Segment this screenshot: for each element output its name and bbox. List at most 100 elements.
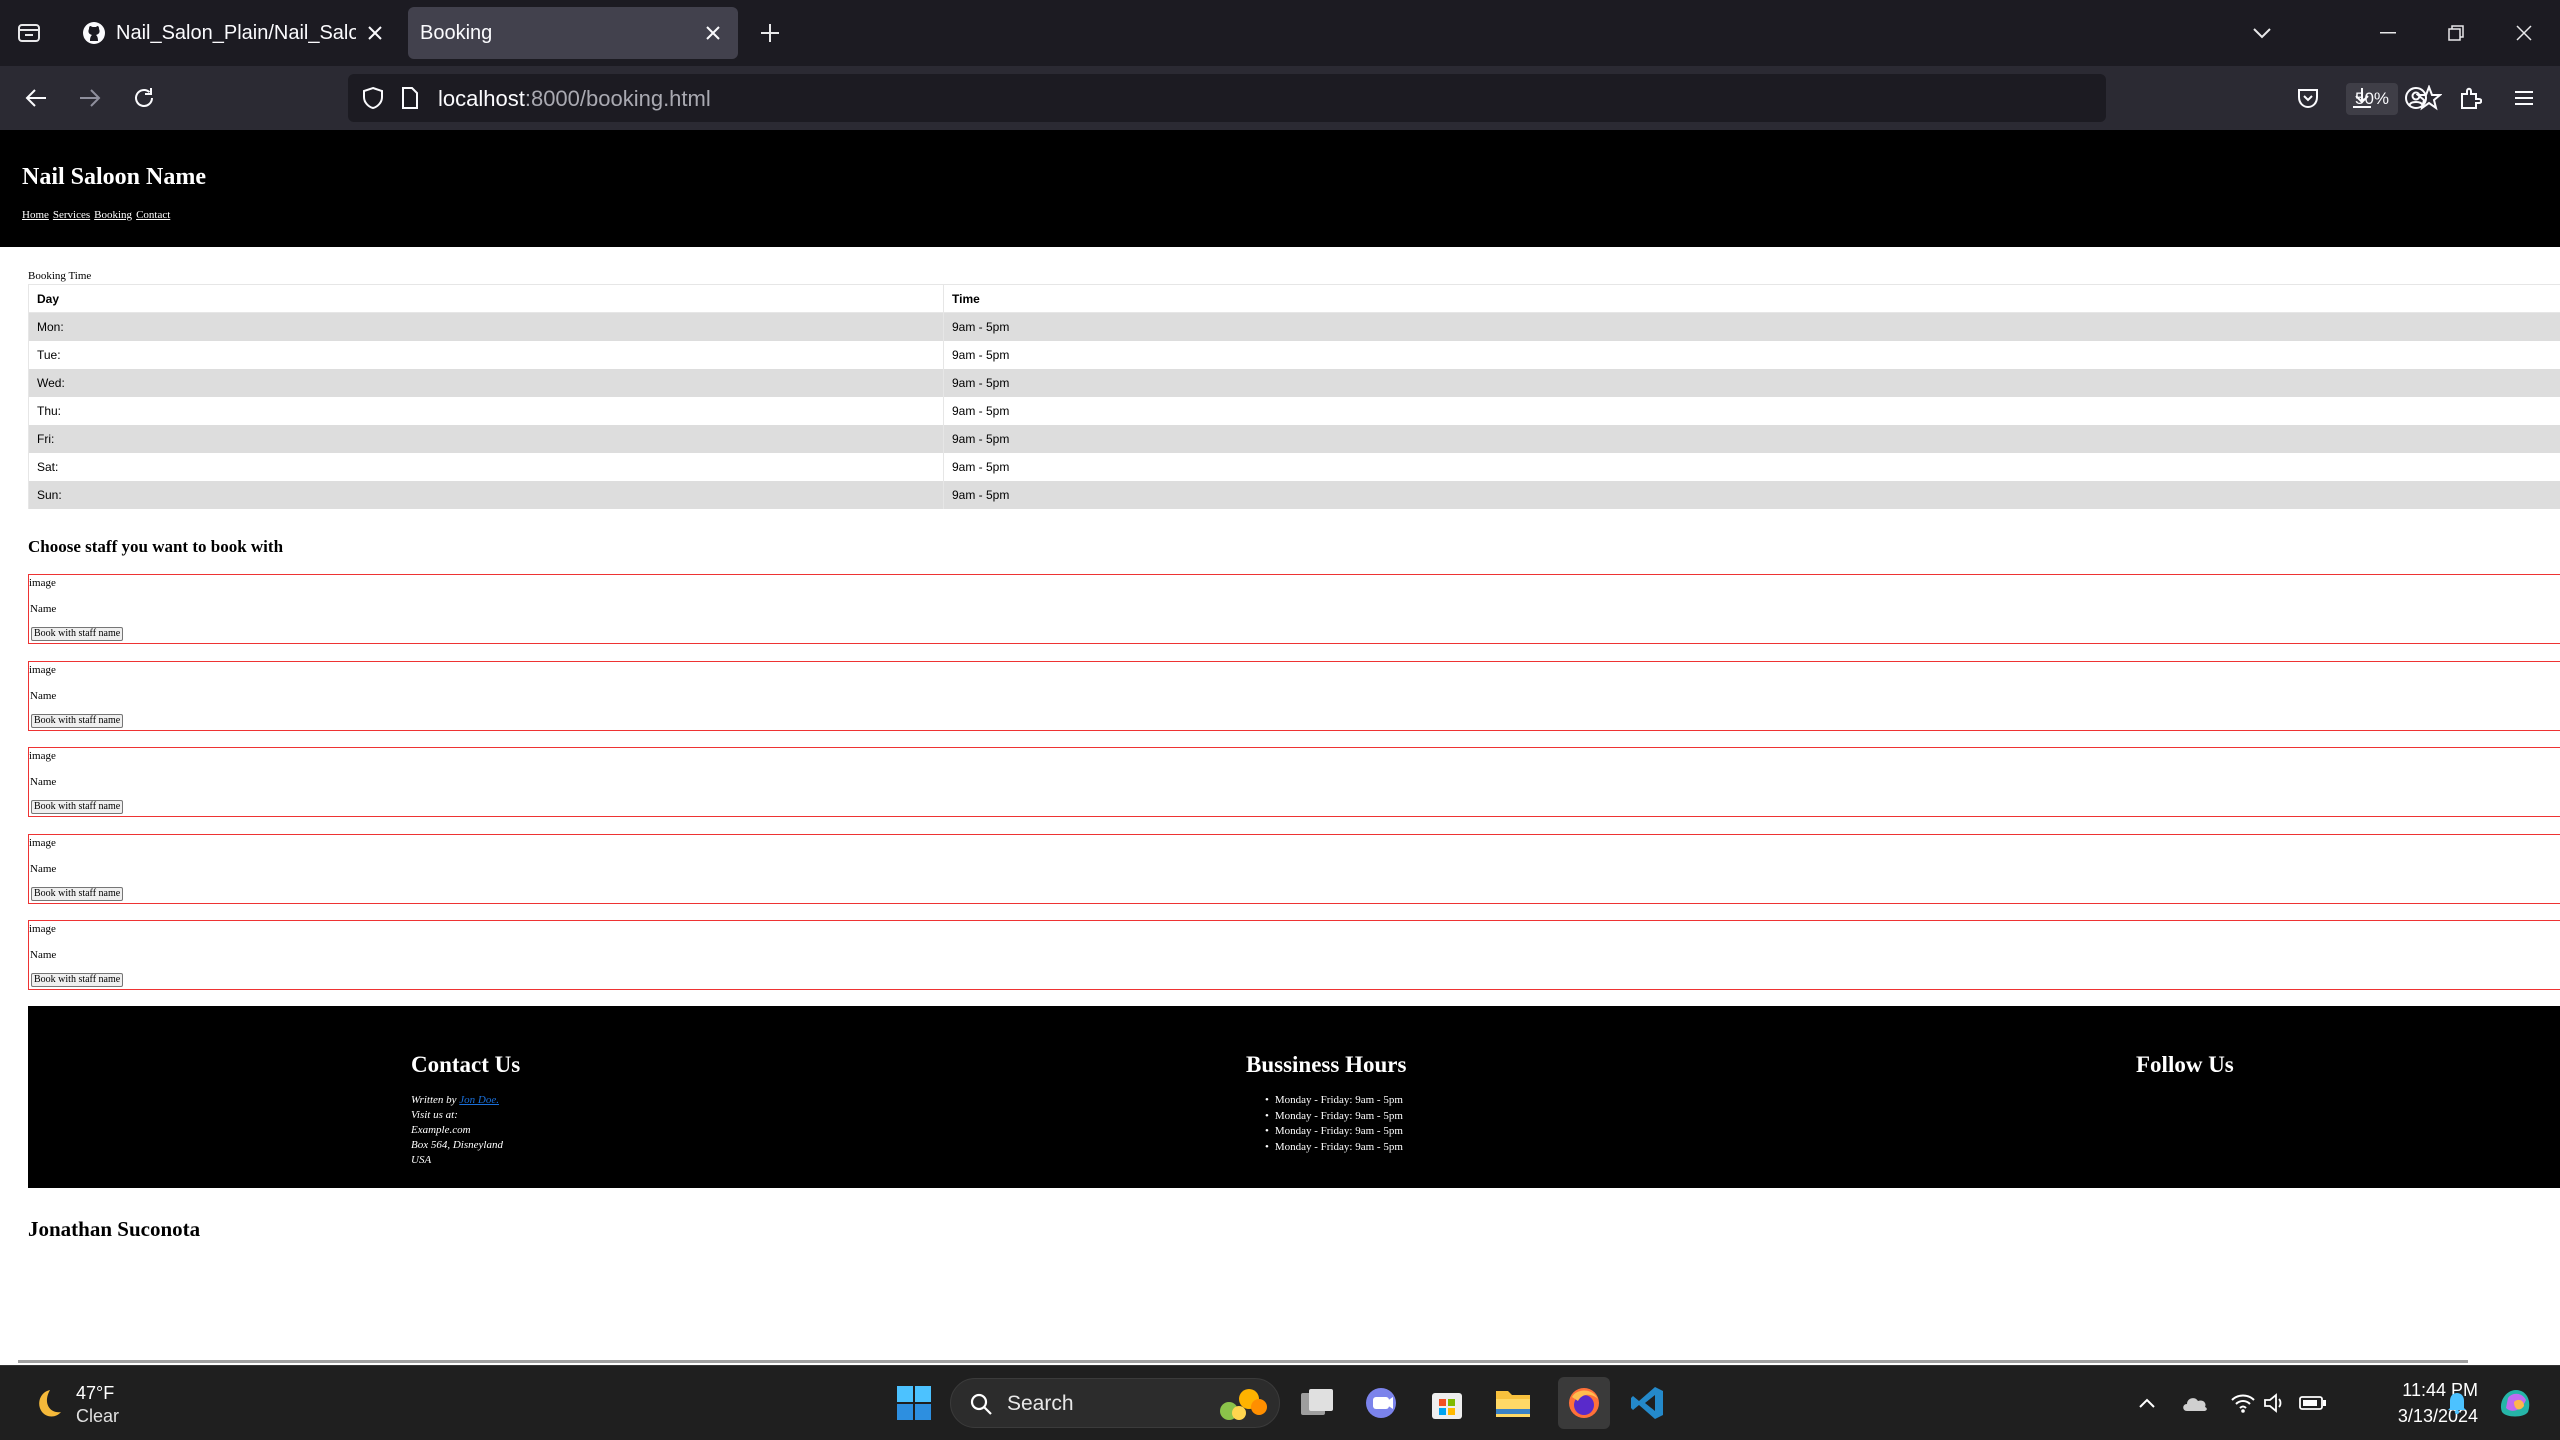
- contact-address: Written by Jon Doe. Visit us at: Example…: [411, 1093, 503, 1168]
- shield-icon: [363, 86, 383, 110]
- business-hours-heading: Bussiness Hours: [1246, 1052, 1407, 1077]
- notifications-button[interactable]: [2442, 1388, 2472, 1418]
- tab-booking[interactable]: Booking: [408, 7, 738, 59]
- bell-icon: [2448, 1393, 2466, 1415]
- forward-button[interactable]: [72, 80, 108, 116]
- book-staff-button[interactable]: Book with staff name: [31, 973, 124, 987]
- list-item: Monday - Friday: 9am - 5pm: [1265, 1093, 1403, 1109]
- time-cell: 9am - 5pm: [943, 340, 2560, 369]
- start-button[interactable]: [893, 1382, 935, 1424]
- arrow-left-icon: [25, 89, 46, 107]
- wifi-tray-button[interactable]: [2228, 1388, 2258, 1418]
- battery-icon: [2299, 1396, 2326, 1410]
- taskbar-search-box[interactable]: Search: [950, 1378, 1280, 1428]
- copilot-button[interactable]: [2494, 1382, 2536, 1424]
- page-icon: [402, 87, 418, 109]
- close-window-button[interactable]: [2502, 15, 2546, 51]
- show-hidden-icons-button[interactable]: [2132, 1388, 2162, 1418]
- firefox-icon: [1569, 1388, 1599, 1418]
- wifi-icon: [2231, 1394, 2255, 1413]
- list-item: Monday - Friday: 9am - 5pm: [1265, 1109, 1403, 1125]
- staff-name: Name: [30, 690, 57, 702]
- tab-github[interactable]: Nail_Salon_Plain/Nail_Salon_We: [70, 7, 400, 59]
- github-icon: [83, 22, 105, 44]
- new-tab-button[interactable]: [752, 15, 788, 51]
- table-row: Tue: 9am - 5pm: [28, 340, 2560, 369]
- book-staff-button[interactable]: Book with staff name: [31, 627, 124, 641]
- site-nav: Home Services Booking Contact: [22, 209, 170, 221]
- written-by-text: Written by: [411, 1094, 460, 1106]
- staff-name: Name: [30, 603, 57, 615]
- nav-link-services[interactable]: Services: [53, 209, 90, 221]
- staff-card: image Name Book with staff name: [28, 661, 2560, 731]
- back-button[interactable]: [18, 80, 54, 116]
- task-view-icon: [1301, 1389, 1333, 1415]
- book-staff-button[interactable]: Book with staff name: [31, 887, 124, 901]
- site-footer: Contact Us Written by Jon Doe. Visit us …: [28, 1006, 2560, 1188]
- cloud-icon: [2183, 1398, 2207, 1411]
- minimize-button[interactable]: [2366, 15, 2410, 51]
- nav-link-home[interactable]: Home: [22, 209, 49, 221]
- hamburger-menu-icon: [2515, 91, 2533, 105]
- nav-link-contact[interactable]: Contact: [136, 209, 170, 221]
- reload-icon: [135, 88, 153, 107]
- list-all-tabs-button[interactable]: [2244, 15, 2280, 51]
- tab-title: Booking: [420, 21, 493, 44]
- time-cell: 9am - 5pm: [943, 424, 2560, 453]
- site-header: Nail Saloon Name Home Services Booking C…: [0, 130, 2560, 247]
- tab-close-button[interactable]: [360, 18, 390, 48]
- column-header-time: Time: [943, 284, 2560, 313]
- minimize-icon: [2380, 32, 2396, 34]
- restore-icon: [2448, 25, 2464, 41]
- tab-close-button[interactable]: [698, 18, 728, 48]
- staff-name: Name: [30, 776, 57, 788]
- downloads-button[interactable]: [2344, 80, 2380, 116]
- page-author: Jonathan Suconota: [28, 1217, 201, 1241]
- author-email-link[interactable]: Jon Doe.: [459, 1094, 499, 1106]
- microsoft-store-button[interactable]: [1426, 1382, 1468, 1424]
- onedrive-tray-button[interactable]: [2180, 1388, 2210, 1418]
- booking-time-table: Day Time Mon: 9am - 5pm Tue: 9am - 5pm Wed…: [28, 284, 2560, 509]
- account-button[interactable]: [2398, 80, 2434, 116]
- time-cell: 9am - 5pm: [943, 480, 2560, 509]
- plus-icon: [761, 24, 779, 42]
- reload-button[interactable]: [126, 80, 162, 116]
- vscode-icon: [1631, 1387, 1663, 1419]
- task-view-button[interactable]: [1296, 1382, 1338, 1424]
- url-bar[interactable]: localhost:8000/booking.html 50%: [348, 74, 2442, 122]
- close-icon: [368, 26, 382, 40]
- close-icon: [2516, 25, 2532, 41]
- web-page: Nail Saloon Name Home Services Booking C…: [0, 130, 2560, 1365]
- chevron-down-icon: [2253, 28, 2271, 39]
- table-header-row: Day Time: [28, 284, 2560, 313]
- restore-button[interactable]: [2434, 15, 2478, 51]
- book-staff-button[interactable]: Book with staff name: [31, 714, 124, 728]
- nav-link-booking[interactable]: Booking: [94, 209, 132, 221]
- horizontal-scrollbar[interactable]: [18, 1360, 2468, 1363]
- time-cell: 9am - 5pm: [943, 452, 2560, 481]
- time-cell: 9am - 5pm: [943, 312, 2560, 341]
- pocket-icon: [2298, 89, 2318, 109]
- firefox-view-button[interactable]: [12, 17, 46, 49]
- firefox-taskbar-button[interactable]: [1558, 1377, 1610, 1429]
- pocket-button[interactable]: [2290, 80, 2326, 116]
- navigation-toolbar: localhost:8000/booking.html 50%: [0, 66, 2560, 130]
- tab-title: Nail_Salon_Plain/Nail_Salon_We: [116, 21, 356, 44]
- table-row: Sat: 9am - 5pm: [28, 452, 2560, 481]
- staff-heading: Choose staff you want to book with: [28, 537, 284, 556]
- volume-tray-button[interactable]: [2260, 1388, 2290, 1418]
- contact-line: Example.com: [411, 1124, 471, 1136]
- teams-chat-button[interactable]: [1360, 1382, 1402, 1424]
- moon-weather-icon[interactable]: [26, 1386, 64, 1424]
- weather-description[interactable]: Clear: [76, 1406, 119, 1427]
- menu-button[interactable]: [2506, 80, 2542, 116]
- book-staff-button[interactable]: Book with staff name: [31, 800, 124, 814]
- battery-tray-button[interactable]: [2298, 1388, 2328, 1418]
- weather-temperature[interactable]: 47°F: [76, 1383, 114, 1404]
- day-cell: Mon:: [28, 312, 944, 341]
- file-explorer-button[interactable]: [1492, 1382, 1534, 1424]
- extensions-button[interactable]: [2452, 80, 2488, 116]
- url-host: localhost: [438, 86, 525, 111]
- vscode-taskbar-button[interactable]: [1626, 1382, 1668, 1424]
- copilot-icon: [2500, 1390, 2530, 1417]
